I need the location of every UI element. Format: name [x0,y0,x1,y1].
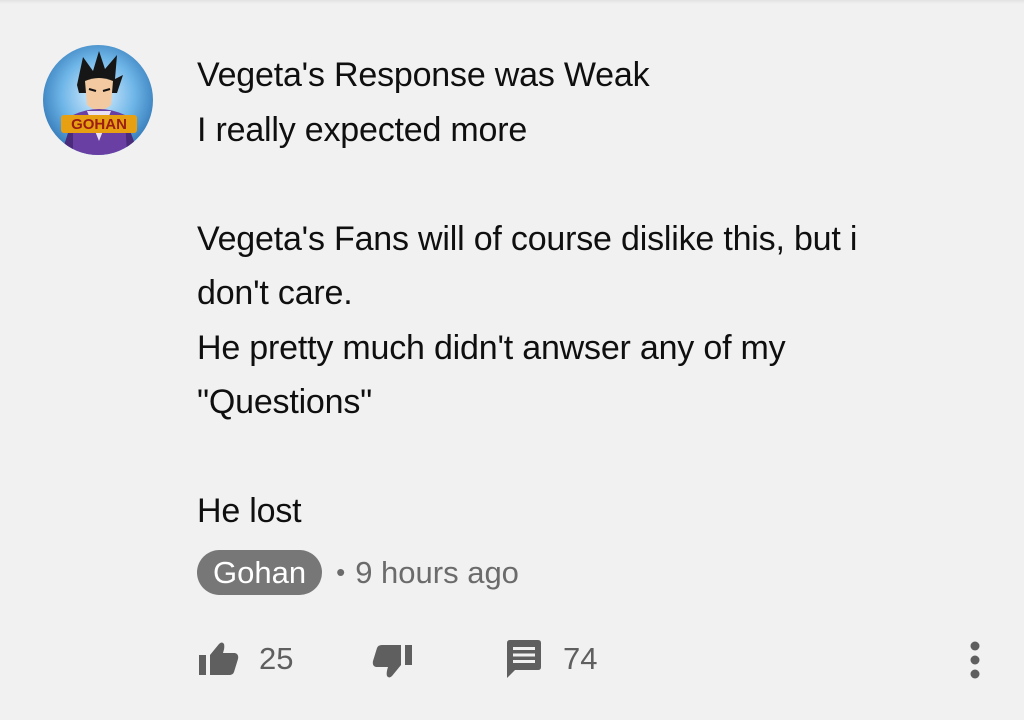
comment-line: don't care. [197,274,353,312]
avatar-badge-text: GOHAN [71,116,127,133]
timestamp: 9 hours ago [355,554,519,590]
action-bar: 25 74 [197,636,997,682]
comment-text: Vegeta's Response was Weak I really expe… [197,48,997,539]
avatar[interactable]: GOHAN [43,45,153,155]
comment-line: He pretty much didn't anwser any of my [197,328,786,367]
author-chip[interactable]: Gohan [197,550,323,595]
comment-line: I really expected more [197,110,528,149]
like-button[interactable]: 25 [197,636,293,682]
comment-line: Vegeta's Response was Weak [197,56,650,94]
reply-button[interactable]: 74 [505,636,597,682]
comment-line [197,157,997,212]
more-vert-icon [970,641,980,679]
meta-separator: • [336,557,346,587]
comment-meta: Gohan • 9 hours ago [197,550,519,595]
thumbs-down-icon [372,645,412,678]
comment-line: Vegeta's Fans will of course dislike thi… [197,219,858,258]
avatar-image: GOHAN [43,45,153,155]
comment-line: "Questions" [197,383,373,421]
more-options-button[interactable] [962,640,988,680]
comment-icon [507,640,541,678]
reply-count: 74 [563,641,598,676]
dislike-button[interactable] [372,636,414,682]
thumbs-up-icon [199,642,239,675]
comment-line: He lost [197,492,302,530]
comment-card: GOHAN Vegeta's Response was Weak I reall… [0,0,1024,720]
like-count: 25 [259,641,294,676]
comment-line [197,430,997,485]
